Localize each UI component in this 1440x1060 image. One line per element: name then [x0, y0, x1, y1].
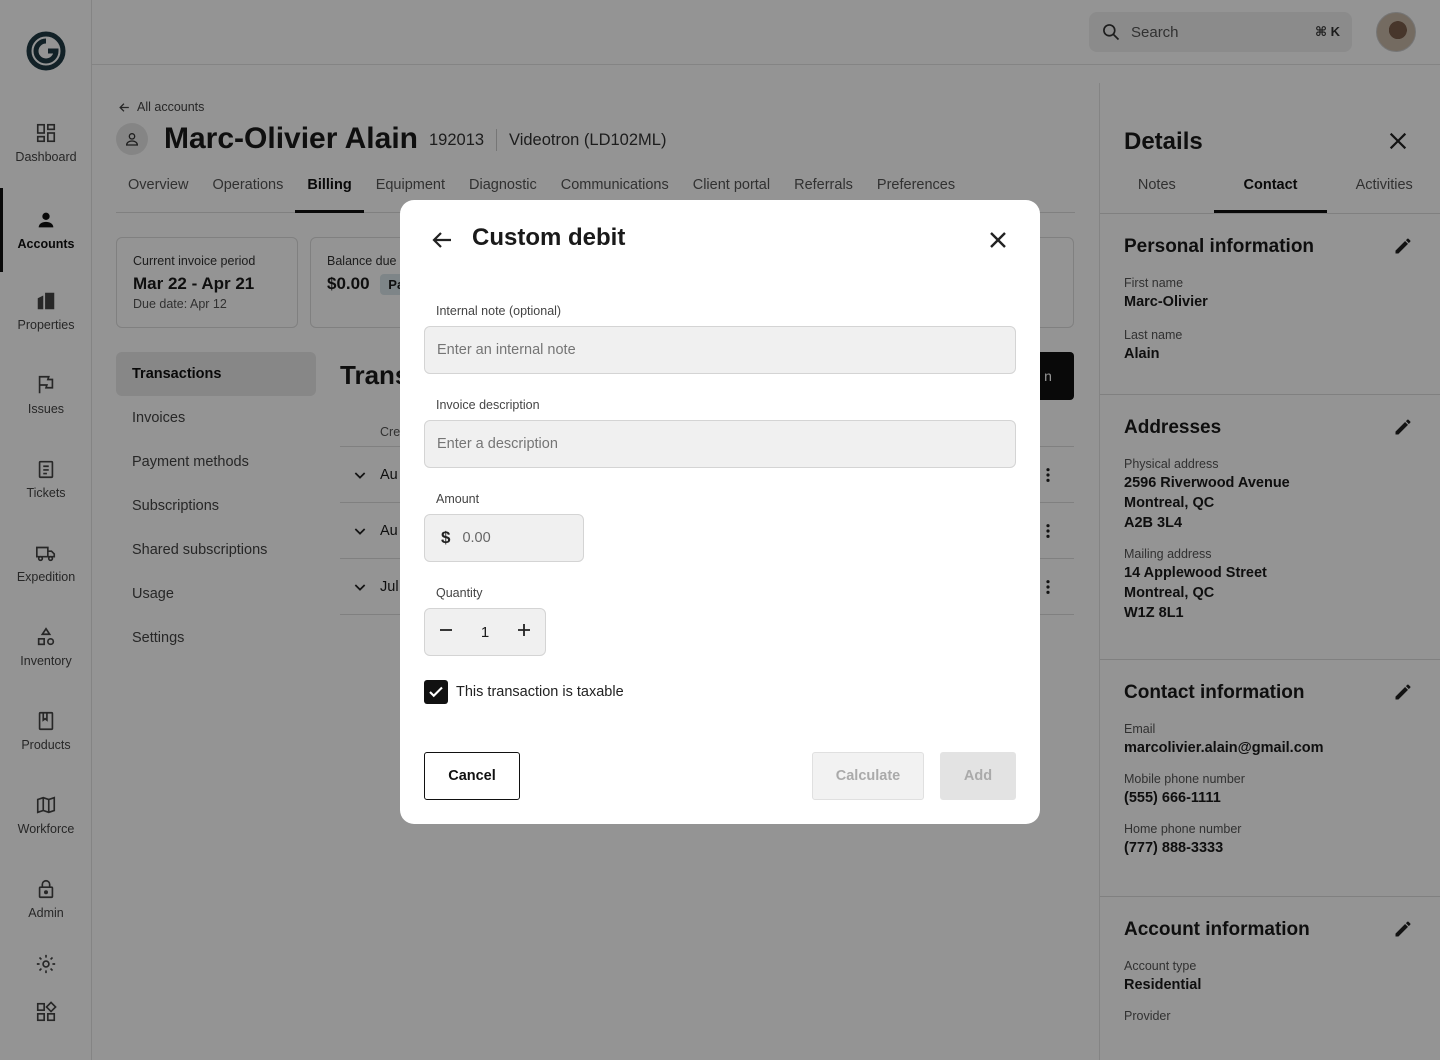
- increment-button[interactable]: [515, 621, 533, 643]
- invoice-description-label: Invoice description: [436, 398, 540, 412]
- close-dialog-button[interactable]: [986, 228, 1010, 252]
- calculate-button[interactable]: Calculate: [812, 752, 924, 800]
- arrow-left-icon: [432, 232, 451, 248]
- close-icon: [990, 232, 1006, 248]
- cancel-button[interactable]: Cancel: [424, 752, 520, 800]
- currency-symbol: $: [441, 528, 451, 547]
- plus-icon: [518, 624, 530, 636]
- back-button[interactable]: [430, 228, 454, 252]
- amount-label: Amount: [436, 492, 480, 506]
- amount-placeholder: 0.00: [462, 530, 491, 546]
- custom-debit-dialog: Custom debit Internal note (optional) In…: [400, 200, 1040, 824]
- taxable-label[interactable]: This transaction is taxable: [456, 684, 624, 700]
- checkmark-icon: [429, 686, 443, 698]
- dialog-title: Custom debit: [472, 224, 626, 251]
- internal-note-label: Internal note (optional): [436, 304, 562, 318]
- quantity-stepper: 1: [424, 608, 546, 656]
- taxable-checkbox[interactable]: [424, 680, 448, 704]
- amount-field[interactable]: $ 0.00: [424, 514, 584, 562]
- internal-note-input[interactable]: [424, 326, 1016, 374]
- decrement-button[interactable]: [437, 621, 455, 643]
- quantity-value[interactable]: 1: [481, 624, 489, 641]
- add-button[interactable]: Add: [940, 752, 1016, 800]
- invoice-description-input[interactable]: [424, 420, 1016, 468]
- minus-icon: [440, 629, 452, 631]
- quantity-label: Quantity: [436, 586, 483, 600]
